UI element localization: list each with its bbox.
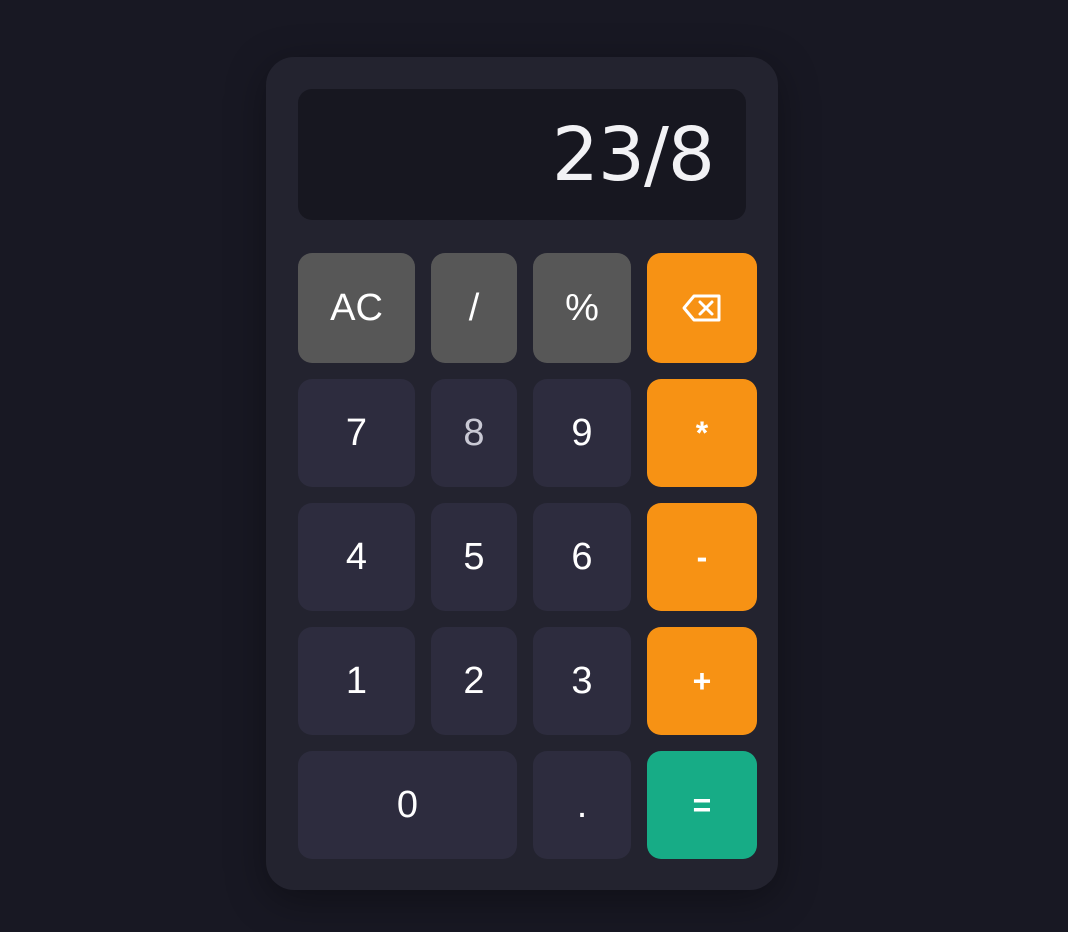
three-button[interactable]: 3 <box>533 627 631 735</box>
five-button[interactable]: 5 <box>431 503 517 611</box>
divide-button[interactable]: / <box>431 253 517 363</box>
zero-button[interactable]: 0 <box>298 751 517 859</box>
backspace-icon <box>682 294 722 322</box>
nine-button[interactable]: 9 <box>533 379 631 487</box>
clear-button[interactable]: AC <box>298 253 415 363</box>
calculator-display: 23/8 <box>298 89 746 220</box>
seven-button[interactable]: 7 <box>298 379 415 487</box>
two-button[interactable]: 2 <box>431 627 517 735</box>
six-button[interactable]: 6 <box>533 503 631 611</box>
four-button[interactable]: 4 <box>298 503 415 611</box>
add-button[interactable]: + <box>647 627 757 735</box>
equals-button[interactable]: = <box>647 751 757 859</box>
backspace-button[interactable] <box>647 253 757 363</box>
one-button[interactable]: 1 <box>298 627 415 735</box>
subtract-button[interactable]: - <box>647 503 757 611</box>
eight-button[interactable]: 8 <box>431 379 517 487</box>
percent-button[interactable]: % <box>533 253 631 363</box>
multiply-button[interactable]: * <box>647 379 757 487</box>
display-value: 23/8 <box>551 111 715 198</box>
calculator-panel: 23/8 AC / % 7 8 9 * 4 5 6 - 1 2 3 + 0 . … <box>266 57 778 890</box>
decimal-button[interactable]: . <box>533 751 631 859</box>
